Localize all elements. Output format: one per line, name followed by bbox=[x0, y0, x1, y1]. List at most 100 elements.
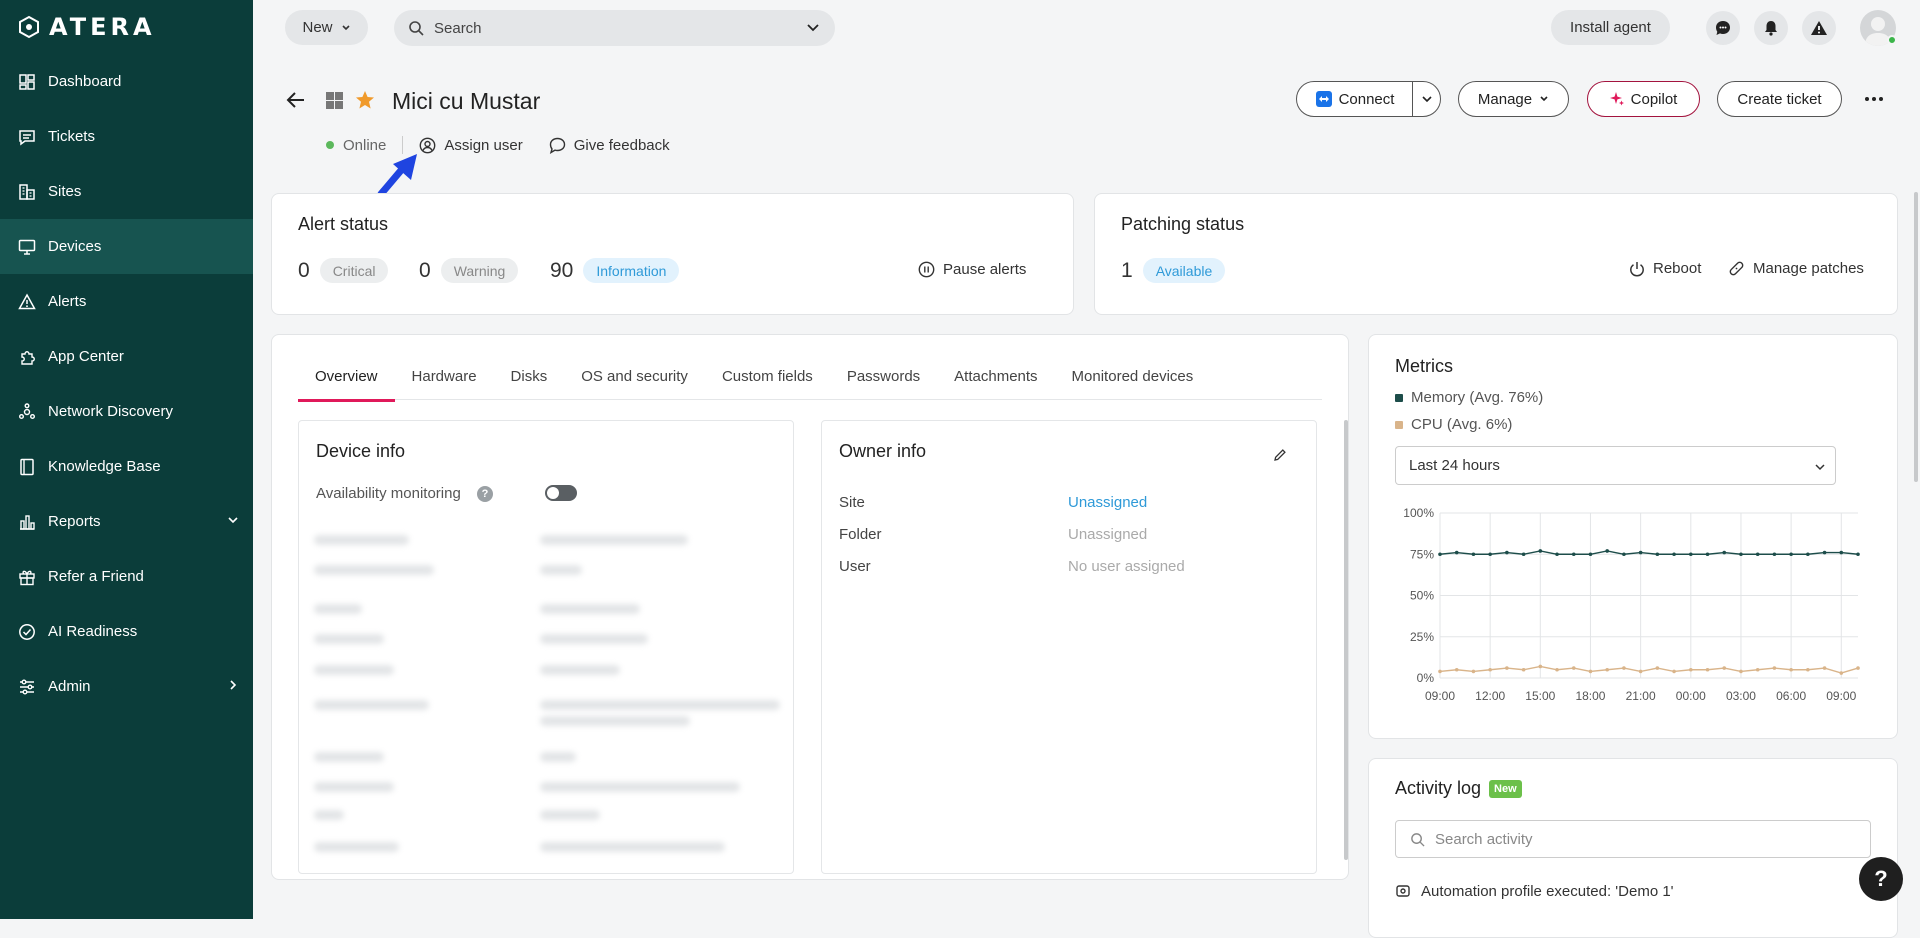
install-agent-button[interactable]: Install agent bbox=[1551, 10, 1670, 45]
sidebar-item-label: Network Discovery bbox=[48, 403, 174, 420]
data-point-memory bbox=[1638, 550, 1643, 555]
page-scrollbar[interactable] bbox=[1914, 192, 1918, 482]
sidebar-item-alerts[interactable]: Alerts bbox=[0, 274, 253, 329]
sidebar-item-admin[interactable]: Admin bbox=[0, 659, 253, 714]
activity-item[interactable]: Automation profile executed: 'Demo 1' bbox=[1395, 882, 1674, 900]
search-icon bbox=[1411, 832, 1425, 847]
legend-cpu: CPU (Avg. 6%) bbox=[1395, 416, 1512, 433]
notifications-button[interactable] bbox=[1754, 11, 1788, 45]
data-point-cpu bbox=[1622, 666, 1626, 670]
warning-count-group[interactable]: 0 Warning bbox=[419, 258, 519, 283]
y-tick-label: 75% bbox=[1410, 547, 1434, 561]
copilot-button[interactable]: Copilot bbox=[1587, 81, 1700, 117]
online-dot bbox=[326, 141, 334, 149]
activity-search-input[interactable]: Search activity bbox=[1395, 820, 1871, 858]
sidebar-item-ai-readiness[interactable]: AI Readiness bbox=[0, 604, 253, 659]
chevron-down-icon[interactable] bbox=[807, 23, 819, 33]
data-point-memory bbox=[1822, 550, 1827, 555]
give-feedback-button[interactable]: Give feedback bbox=[549, 137, 670, 154]
user-value: No user assigned bbox=[1068, 558, 1185, 575]
network-discovery-icon bbox=[19, 402, 35, 419]
time-range-value: Last 24 hours bbox=[1409, 457, 1500, 474]
data-point-cpu bbox=[1555, 667, 1559, 672]
sidebar-item-app-center[interactable]: App Center bbox=[0, 329, 253, 384]
logo[interactable]: ATERA bbox=[17, 13, 156, 41]
connect-button[interactable]: Connect bbox=[1296, 81, 1441, 117]
chevron-down-icon bbox=[1540, 96, 1548, 102]
information-badge: Information bbox=[583, 258, 680, 283]
devices-icon bbox=[18, 239, 36, 255]
tab-disks[interactable]: Disks bbox=[494, 362, 565, 400]
sidebar-item-refer-a-friend[interactable]: Refer a Friend bbox=[0, 549, 253, 604]
chevron-down-icon[interactable] bbox=[1421, 95, 1433, 105]
tab-hardware[interactable]: Hardware bbox=[395, 362, 494, 400]
manage-patches-label: Manage patches bbox=[1753, 260, 1864, 277]
assign-user-button[interactable]: Assign user bbox=[419, 137, 523, 154]
online-indicator bbox=[1887, 35, 1897, 45]
owner-info-panel bbox=[821, 420, 1317, 874]
search-icon bbox=[409, 21, 424, 36]
alert-status-title: Alert status bbox=[298, 214, 389, 234]
pause-alerts-button[interactable]: Pause alerts bbox=[918, 261, 1026, 278]
data-point-memory bbox=[1571, 552, 1576, 557]
data-point-memory bbox=[1722, 550, 1727, 555]
give-feedback-label: Give feedback bbox=[573, 136, 670, 154]
new-button[interactable]: New bbox=[285, 10, 368, 45]
search-input[interactable]: Search bbox=[394, 10, 835, 46]
data-point-cpu bbox=[1689, 667, 1693, 672]
knowledge-base-icon bbox=[20, 458, 34, 475]
help-icon[interactable]: ? bbox=[477, 486, 493, 502]
data-point-cpu bbox=[1471, 669, 1476, 674]
sidebar-item-knowledge-base[interactable]: Knowledge Base bbox=[0, 439, 253, 494]
more-options-icon[interactable] bbox=[1864, 96, 1884, 102]
back-arrow-icon[interactable] bbox=[286, 91, 306, 109]
sidebar-item-network-discovery[interactable]: Network Discovery bbox=[0, 384, 253, 439]
sidebar-item-devices[interactable]: Devices bbox=[0, 219, 253, 274]
time-range-select[interactable]: Last 24 hours bbox=[1395, 446, 1836, 485]
data-point-memory bbox=[1689, 552, 1693, 557]
data-point-cpu bbox=[1438, 669, 1442, 674]
sidebar-item-reports[interactable]: Reports bbox=[0, 494, 253, 549]
manage-label: Manage bbox=[1477, 90, 1533, 108]
tab-custom-fields[interactable]: Custom fields bbox=[705, 362, 830, 400]
data-point-memory bbox=[1789, 552, 1793, 557]
help-button[interactable]: ? bbox=[1859, 857, 1903, 901]
data-point-cpu bbox=[1839, 671, 1844, 675]
create-ticket-button[interactable]: Create ticket bbox=[1717, 81, 1842, 117]
edit-pencil-icon[interactable] bbox=[1273, 448, 1287, 462]
data-point-cpu bbox=[1638, 669, 1643, 674]
sidebar-nav: Dashboard Tickets Sites Devices Alerts App Ce… bbox=[0, 54, 253, 714]
alerts-button[interactable] bbox=[1802, 11, 1836, 45]
folder-label: Folder bbox=[839, 526, 882, 543]
y-tick-label: 50% bbox=[1410, 589, 1434, 603]
manage-button[interactable]: Manage bbox=[1458, 81, 1569, 117]
data-point-memory bbox=[1622, 552, 1626, 557]
legend-cpu-label: CPU (Avg. 6%) bbox=[1411, 416, 1513, 433]
device-title: Mici cu Mustar bbox=[392, 88, 541, 114]
available-patches-group[interactable]: 1 Available bbox=[1121, 258, 1226, 283]
manage-patches-button[interactable]: Manage patches bbox=[1728, 260, 1864, 277]
sidebar-item-sites[interactable]: Sites bbox=[0, 164, 253, 219]
tab-overview[interactable]: Overview bbox=[298, 362, 395, 402]
tab-os-and-security[interactable]: OS and security bbox=[564, 362, 705, 400]
sidebar-item-label: Devices bbox=[48, 238, 102, 255]
tab-attachments[interactable]: Attachments bbox=[937, 362, 1054, 400]
site-value-link[interactable]: Unassigned bbox=[1068, 494, 1147, 511]
data-point-memory bbox=[1555, 552, 1559, 557]
sidebar-item-dashboard[interactable]: Dashboard bbox=[0, 54, 253, 109]
tab-passwords[interactable]: Passwords bbox=[830, 362, 937, 400]
dashboard-icon bbox=[19, 73, 35, 90]
tab-monitored-devices[interactable]: Monitored devices bbox=[1055, 362, 1211, 400]
data-point-cpu bbox=[1789, 667, 1793, 672]
chat-button[interactable] bbox=[1706, 11, 1740, 45]
data-point-cpu bbox=[1588, 669, 1593, 674]
favorite-star-icon[interactable] bbox=[355, 90, 375, 110]
information-count-group[interactable]: 90 Information bbox=[550, 258, 680, 283]
reboot-button[interactable]: Reboot bbox=[1629, 260, 1701, 277]
critical-count-group[interactable]: 0 Critical bbox=[298, 258, 389, 283]
content-scrollbar[interactable] bbox=[1344, 420, 1348, 860]
data-point-cpu bbox=[1488, 667, 1492, 672]
sidebar-item-tickets[interactable]: Tickets bbox=[0, 109, 253, 164]
activity-search-placeholder: Search activity bbox=[1435, 830, 1533, 848]
activity-log-header: Activity log New bbox=[1395, 778, 1522, 799]
